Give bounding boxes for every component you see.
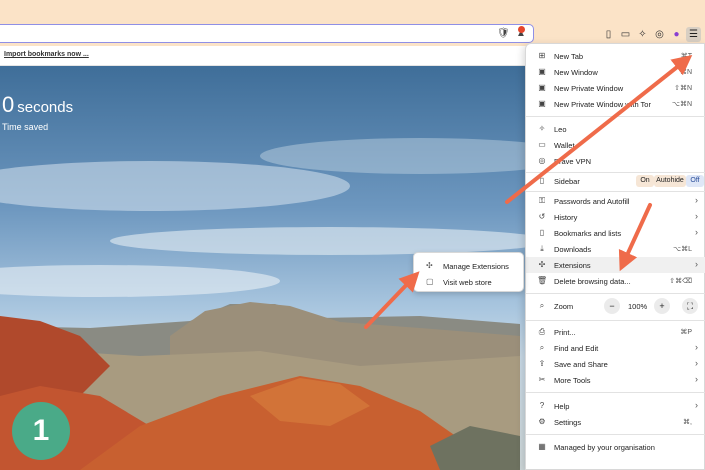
leo-toolbar-icon[interactable]: ✧ (636, 28, 649, 41)
menu-item-settings[interactable]: ⚙ Settings ⌘, (526, 414, 705, 430)
submenu-item-manage-extensions[interactable]: ✣ Manage Extensions (414, 258, 525, 273)
extensions-icon: ✣ (538, 260, 546, 269)
delete-icon: 🗑 (537, 276, 548, 285)
zoom-in-button[interactable]: + (654, 298, 670, 314)
save-icon: ⇪ (538, 359, 546, 368)
chevron-right-icon: › (695, 227, 698, 237)
hamburger-menu-icon[interactable]: ☰ (686, 27, 701, 42)
history-icon: ↺ (538, 212, 546, 221)
zoom-icon: ⌕ (539, 301, 545, 310)
window-titlebar (0, 0, 705, 22)
menu-item-save-and-share[interactable]: ⇪ Save and Share › (526, 356, 705, 372)
submenu-item-visit-web-store[interactable]: ▢ Visit web store (414, 274, 525, 289)
new-tab-icon: ⊞ (538, 51, 546, 60)
step-number-badge: 1 (12, 402, 70, 460)
menu-item-new-private-window-tor[interactable]: ▣ New Private Window with Tor ⌥⌘N (526, 96, 705, 112)
app-menu: ⊞ New Tab ⌘T ▣ New Window ⌘N ▣ New Priva… (525, 43, 705, 470)
import-bookmarks-link[interactable]: Import bookmarks now ... (4, 51, 89, 58)
chevron-right-icon: › (695, 342, 698, 352)
menu-item-passwords[interactable]: ⚿ Passwords and Autofill › (526, 193, 705, 209)
chevron-right-icon: › (695, 211, 698, 221)
new-window-icon: ▣ (538, 67, 546, 76)
sidebar-off-option[interactable]: Off (686, 175, 704, 187)
help-icon: ? (539, 401, 545, 410)
key-icon: ⚿ (538, 196, 546, 205)
manage-extensions-icon: ✣ (426, 261, 433, 270)
sidebar-autohide-option[interactable]: Autohide (654, 175, 686, 187)
settings-icon: ⚙ (538, 417, 546, 426)
menu-item-print[interactable]: ⎙ Print... ⌘P (526, 324, 705, 340)
building-icon: ▦ (538, 442, 546, 451)
extensions-submenu: ✣ Manage Extensions ▢ Visit web store (413, 252, 524, 292)
menu-separator (526, 293, 705, 294)
private-window-icon: ▣ (538, 83, 546, 92)
sidebar-icon: ▯ (539, 176, 545, 185)
profile-avatar-icon[interactable]: ● (670, 28, 683, 41)
menu-item-bookmarks[interactable]: ▯ Bookmarks and lists › (526, 225, 705, 241)
brave-rewards-icon[interactable]: ▲ (515, 26, 527, 40)
find-icon: ⌕ (539, 343, 545, 352)
menu-item-brave-vpn[interactable]: ◎ Brave VPN (526, 153, 705, 169)
menu-item-find-and-edit[interactable]: ⌕ Find and Edit › (526, 340, 705, 356)
menu-separator (526, 434, 705, 435)
menu-separator (526, 320, 705, 321)
chevron-right-icon: › (695, 259, 698, 269)
menu-item-new-tab[interactable]: ⊞ New Tab ⌘T (526, 48, 705, 64)
menu-item-history[interactable]: ↺ History › (526, 209, 705, 225)
time-saved-value: 0 seconds (2, 92, 74, 117)
menu-separator (526, 191, 705, 192)
vpn-toolbar-icon[interactable]: ◎ (653, 28, 666, 41)
menu-item-leo[interactable]: ✧ Leo (526, 121, 705, 137)
menu-item-sidebar: ▯ Sidebar On Autohide Off (526, 173, 705, 189)
download-icon: ⤓ (540, 244, 544, 253)
print-icon: ⎙ (538, 327, 546, 336)
menu-item-extensions[interactable]: ✣ Extensions › (526, 257, 705, 273)
menu-item-downloads[interactable]: ⤓ Downloads ⌥⌘L (526, 241, 705, 257)
leo-icon: ✧ (538, 124, 546, 133)
menu-item-managed-by-org[interactable]: ▦ Managed by your organisation (526, 439, 705, 455)
vpn-icon: ◎ (538, 156, 546, 165)
fullscreen-button[interactable]: ⛶ (682, 298, 698, 314)
address-bar[interactable]: 🛡 ▲ (0, 24, 534, 43)
time-saved-label: Time saved (2, 122, 49, 132)
menu-item-new-window[interactable]: ▣ New Window ⌘N (526, 64, 705, 80)
rewards-badge (518, 26, 525, 33)
chevron-right-icon: › (695, 400, 698, 410)
tools-icon: ✂ (538, 375, 546, 384)
tor-window-icon: ▣ (538, 99, 546, 108)
wallet-icon: ▭ (538, 140, 546, 149)
menu-item-wallet[interactable]: ▭ Wallet (526, 137, 705, 153)
sidebar-on-option[interactable]: On (636, 175, 654, 187)
zoom-out-button[interactable]: − (604, 298, 620, 314)
menu-item-delete-browsing-data[interactable]: 🗑 Delete browsing data... ⇧⌘⌫ (526, 273, 705, 289)
chevron-right-icon: › (695, 374, 698, 384)
chevron-right-icon: › (695, 358, 698, 368)
chevron-right-icon: › (695, 195, 698, 205)
menu-separator (526, 392, 705, 393)
menu-item-more-tools[interactable]: ✂ More Tools › (526, 372, 705, 388)
wallet-toolbar-icon[interactable]: ▭ (619, 28, 632, 41)
bookmarks-icon: ▯ (539, 228, 545, 237)
sidebar-toggle-icon[interactable]: ▯ (602, 28, 615, 41)
menu-item-new-private-window[interactable]: ▣ New Private Window ⇧⌘N (526, 80, 705, 96)
web-store-icon: ▢ (426, 277, 434, 286)
menu-separator (526, 116, 705, 117)
menu-item-zoom: ⌕ Zoom − 100% + ⛶ (526, 298, 705, 314)
zoom-level: 100% (628, 302, 648, 311)
menu-item-help[interactable]: ? Help › (526, 398, 705, 414)
brave-shield-icon[interactable]: 🛡 (497, 28, 510, 40)
